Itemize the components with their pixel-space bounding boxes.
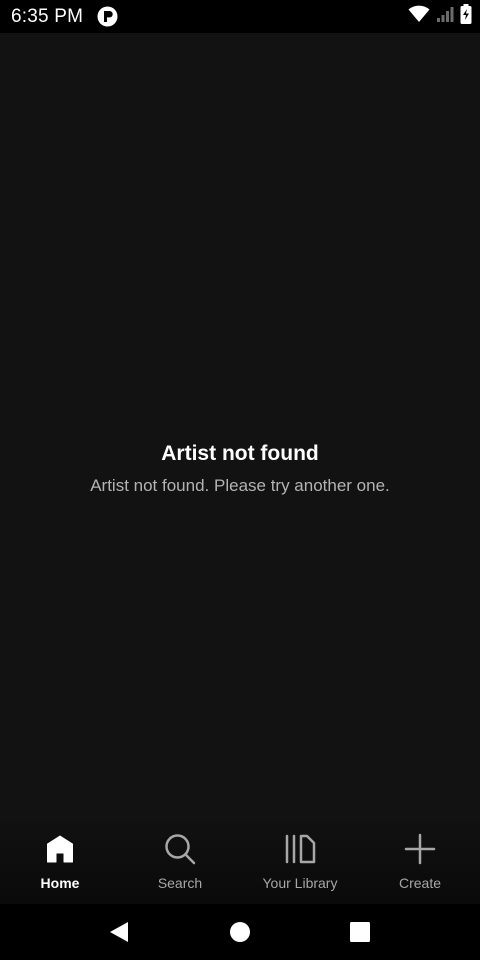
main-content: Artist not found Artist not found. Pleas…	[0, 33, 480, 820]
status-icons	[408, 3, 472, 29]
search-icon	[163, 832, 197, 866]
empty-state-message: Artist not found. Please try another one…	[90, 476, 390, 495]
status-time: 6:35 PM	[11, 6, 84, 27]
status-bar: 6:35 PM	[0, 0, 480, 33]
empty-state-title: Artist not found	[161, 442, 319, 465]
nav-label-library: Your Library	[262, 875, 338, 891]
nav-label-search: Search	[157, 875, 203, 891]
wifi-icon	[408, 5, 430, 28]
plus-icon	[403, 832, 437, 866]
empty-state: Artist not found Artist not found. Pleas…	[0, 439, 480, 498]
app-notification-icon	[97, 6, 118, 27]
nav-item-search[interactable]: Search	[120, 820, 240, 904]
nav-item-library[interactable]: Your Library	[240, 820, 360, 904]
nav-item-create[interactable]: Create	[360, 820, 480, 904]
screen: 6:35 PM Artist not found Artist not foun…	[0, 0, 480, 960]
back-icon[interactable]	[103, 916, 135, 948]
cellular-signal-icon	[436, 5, 454, 28]
nav-label-create: Create	[398, 875, 442, 891]
nav-label-home: Home	[40, 875, 80, 891]
library-icon	[283, 832, 317, 866]
system-nav-bar	[0, 904, 480, 960]
battery-charging-icon	[460, 3, 472, 29]
home-icon	[43, 832, 77, 866]
bottom-nav: Home Search Your Library Create	[0, 820, 480, 904]
nav-item-home[interactable]: Home	[0, 820, 120, 904]
home-circle-icon[interactable]	[224, 916, 256, 948]
recents-icon[interactable]	[344, 916, 376, 948]
